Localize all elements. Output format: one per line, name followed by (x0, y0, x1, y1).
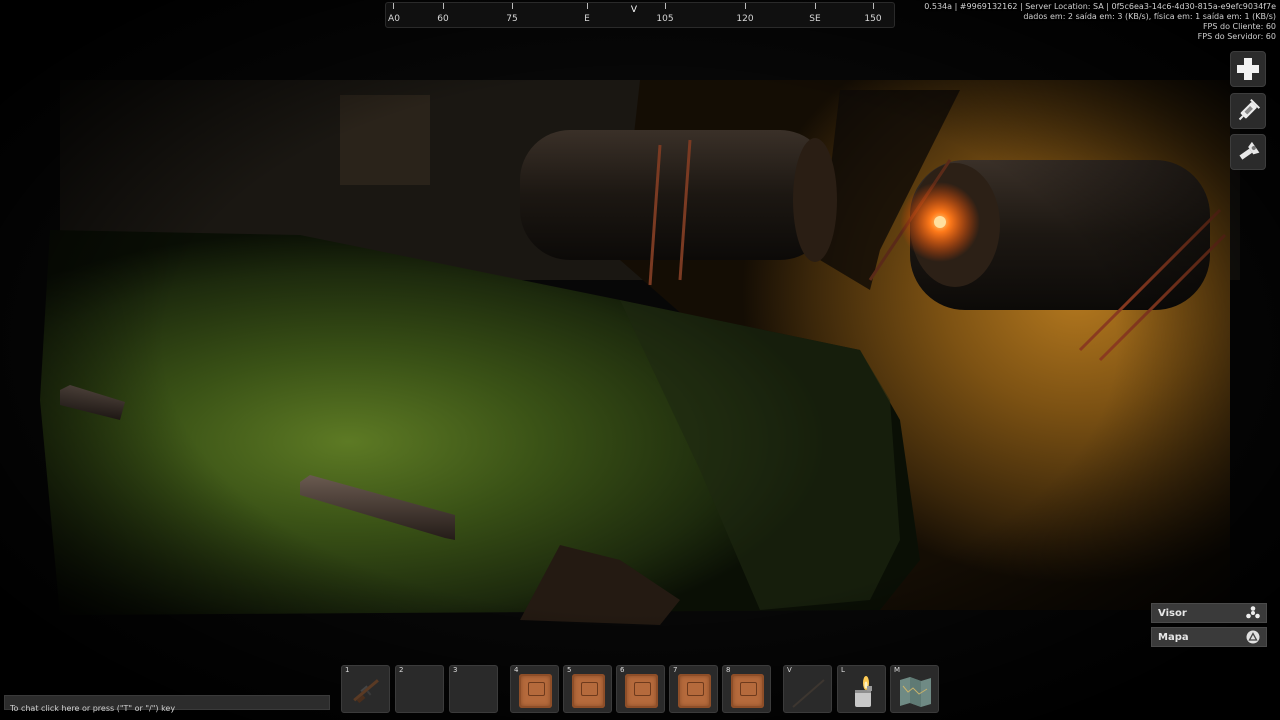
hotbar-slot-1[interactable]: 1 (341, 665, 390, 713)
package-icon (678, 674, 711, 708)
hotbar-slot-5[interactable]: 5 (563, 665, 612, 713)
fan-icon (1246, 606, 1260, 619)
chat-input[interactable]: To chat click here or press ("T" or "/")… (4, 695, 330, 713)
mapa-label: Mapa (1158, 631, 1189, 643)
debug-info: 0.534a | #9969132162 | Server Location: … (916, 2, 1276, 42)
syringe-button[interactable] (1230, 93, 1266, 129)
compass-label: 105 (656, 14, 674, 24)
hotbar-slot-v[interactable]: V (783, 665, 832, 713)
compass-label: 120 (736, 14, 754, 24)
slot-key: 8 (726, 666, 731, 674)
syringe-icon (1238, 98, 1261, 121)
slot-key: 5 (567, 666, 572, 674)
lighter-icon (855, 676, 872, 707)
hotbar-slot-3[interactable]: 3 (449, 665, 498, 713)
compass-label: 150 (864, 14, 882, 24)
slot-key: M (894, 666, 901, 674)
slot-key: 4 (514, 666, 519, 674)
slot-key: 7 (673, 666, 678, 674)
slot-key: 3 (453, 666, 458, 674)
debug-server-line: 0.534a | #9969132162 | Server Location: … (924, 2, 1276, 11)
health-button[interactable] (1230, 51, 1266, 87)
hotbar-slot-8[interactable]: 8 (722, 665, 771, 713)
client-fps: FPS do Cliente: 60 (1202, 22, 1276, 31)
hotbar-slot-2[interactable]: 2 (395, 665, 444, 713)
rifle-icon (353, 679, 379, 704)
visor-label: Visor (1158, 607, 1187, 619)
hotbar-slot-m[interactable]: M (890, 665, 939, 713)
package-icon (731, 674, 764, 708)
compass-heading-marker: V (630, 5, 638, 15)
slot-key: 2 (399, 666, 404, 674)
compass-label: SE (809, 14, 821, 24)
slot-key: 1 (345, 666, 350, 674)
visor-toggle[interactable]: Visor (1151, 603, 1267, 623)
compass-label: 75 (506, 14, 518, 24)
package-icon (625, 674, 658, 708)
package-icon (519, 674, 552, 708)
hotbar-slot-7[interactable]: 7 (669, 665, 718, 713)
slot-key: V (787, 666, 792, 674)
compass-label: E (584, 14, 590, 24)
mapa-toggle[interactable]: Mapa (1151, 627, 1267, 647)
triangle-icon (1246, 630, 1260, 644)
map-icon (900, 677, 931, 707)
compass-bar: V A0 60 75 E 105 120 SE 150 (385, 2, 895, 28)
slot-key: 6 (620, 666, 625, 674)
debug-network-line: dados em: 2 saída em: 3 (KB/s), física e… (1023, 12, 1276, 21)
flashlight-icon (1239, 141, 1260, 160)
hotbar-slot-l[interactable]: L (837, 665, 886, 713)
server-fps: FPS do Servidor: 60 (1197, 32, 1276, 41)
package-icon (572, 674, 605, 708)
hotbar-slot-6[interactable]: 6 (616, 665, 665, 713)
game-viewport (0, 0, 1280, 720)
stick-icon (792, 679, 825, 708)
compass-label: A0 (388, 14, 400, 24)
slot-key: L (841, 666, 845, 674)
hotbar-slot-4[interactable]: 4 (510, 665, 559, 713)
compass-label: 60 (437, 14, 449, 24)
flashlight-button[interactable] (1230, 134, 1266, 170)
chat-placeholder: To chat click here or press ("T" or "/")… (10, 704, 176, 713)
health-plus-icon (1237, 58, 1259, 80)
